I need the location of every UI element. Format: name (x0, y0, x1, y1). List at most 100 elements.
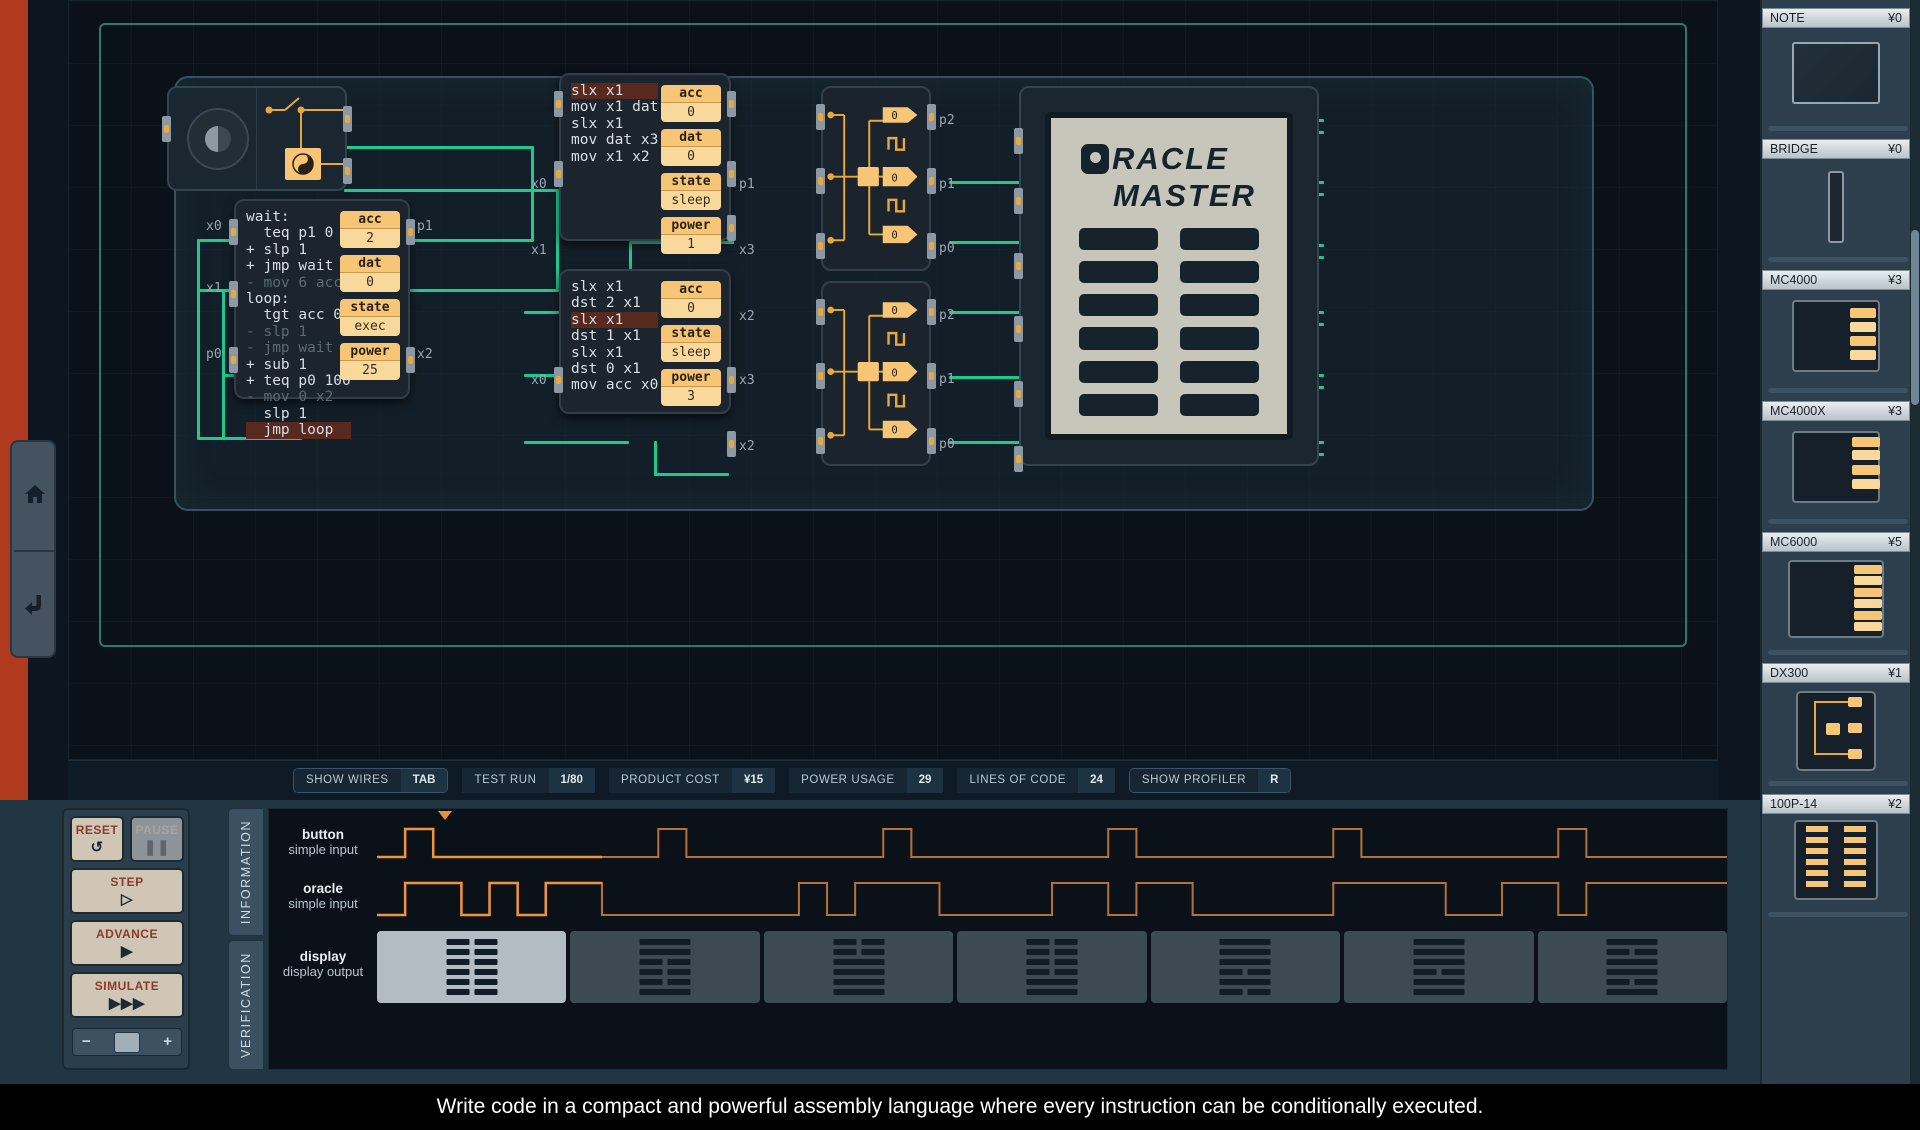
port-in-2[interactable] (1014, 253, 1023, 279)
parts-sidebar[interactable]: NOTE¥0 BRIDGE¥0 MC4000¥3 MC4000X¥3 MC6000¥5 D… (1760, 0, 1920, 1084)
code-line[interactable]: + sub 1 (246, 357, 351, 373)
code-line[interactable]: slx x1 (571, 83, 658, 99)
sidebar-item-dx300[interactable]: DX300¥1 (1762, 663, 1910, 779)
port-p1[interactable] (727, 91, 736, 117)
mc-node-left[interactable]: wait: teq p1 0+ slp 1+ jmp wait- mov 6 a… (234, 199, 410, 399)
sidebar-item-mc4000x[interactable]: MC4000X¥3 (1762, 401, 1910, 517)
code-line[interactable]: dst 1 x1 (571, 328, 658, 344)
port-x2[interactable] (727, 215, 736, 241)
oracle-input-module[interactable] (167, 86, 347, 191)
display-cell[interactable] (377, 931, 566, 1003)
mc4000-part[interactable] (1762, 290, 1910, 386)
circuit-board[interactable]: wait: teq p1 0+ slp 1+ jmp wait- mov 6 a… (68, 0, 1718, 760)
code-line[interactable]: loop: (246, 291, 351, 307)
back-button[interactable] (12, 552, 58, 660)
note-part[interactable] (1762, 28, 1910, 124)
port-in-1[interactable] (816, 363, 825, 389)
tab-verification[interactable]: VERIFICATION (228, 940, 264, 1070)
sidebar-item-note[interactable]: NOTE¥0 (1762, 8, 1910, 124)
code-line[interactable]: dst 0 x1 (571, 361, 658, 377)
port-p1[interactable] (406, 219, 415, 245)
port-x0[interactable] (229, 219, 238, 245)
mc-node-center-bottom[interactable]: slx x1dst 2 x1slx x1dst 1 x1slx x1dst 0 … (559, 269, 731, 414)
port-x1[interactable] (554, 161, 563, 187)
mc-center-bottom-code[interactable]: slx x1dst 2 x1slx x1dst 1 x1slx x1dst 0 … (571, 279, 658, 394)
code-line[interactable]: - jmp wait (246, 340, 351, 356)
port-in-5[interactable] (1014, 446, 1023, 472)
mc-left-code[interactable]: wait: teq p1 0+ slp 1+ jmp wait- mov 6 a… (246, 209, 351, 439)
sidebar-item-100p-14[interactable]: 100P-14¥2 (1762, 794, 1910, 910)
mc-center-top-code[interactable]: slx x1mov x1 datslx x1mov dat x3mov x1 x… (571, 83, 658, 165)
port-right-1[interactable] (343, 106, 352, 132)
code-line[interactable]: dst 2 x1 (571, 295, 658, 311)
display-cell[interactable] (764, 931, 953, 1003)
code-line[interactable]: slx x1 (571, 312, 658, 328)
code-line[interactable]: jmp loop (246, 422, 351, 438)
port-in-0[interactable] (816, 299, 825, 325)
signal-scope[interactable]: button simple input oracle simple input … (268, 808, 1728, 1070)
port-in-0[interactable] (1014, 128, 1023, 154)
port-x3[interactable] (727, 367, 736, 393)
status-show-wires[interactable]: SHOW WIRESTAB (293, 768, 448, 793)
simulate-button[interactable]: SIMULATE ▶▶▶ (70, 972, 184, 1018)
sidebar-scrollbar[interactable] (1910, 0, 1920, 1084)
step-button[interactable]: STEP ▷ (70, 868, 184, 914)
code-line[interactable]: slp 1 (246, 406, 351, 422)
port-x2[interactable] (406, 347, 415, 373)
reset-button[interactable]: RESET ↺ (70, 816, 124, 862)
code-line[interactable]: - mov 0 x2 (246, 389, 351, 405)
speed-slider[interactable]: − + (72, 1028, 182, 1056)
port-in-4[interactable] (1014, 381, 1023, 407)
code-line[interactable]: wait: (246, 209, 351, 225)
code-line[interactable]: + teq p0 100 (246, 373, 351, 389)
port-right-2[interactable] (343, 158, 352, 184)
port-p0[interactable] (927, 428, 936, 454)
code-line[interactable]: teq p1 0 (246, 225, 351, 241)
signal-trace-button[interactable] (377, 817, 1727, 869)
home-button[interactable] (12, 442, 58, 550)
code-line[interactable]: mov acc x0 (571, 377, 658, 393)
code-line[interactable]: - mov 6 acc (246, 275, 351, 291)
port-p1[interactable] (927, 168, 936, 194)
mc-node-center-top[interactable]: slx x1mov x1 datslx x1mov dat x3mov x1 x… (559, 73, 731, 241)
port-p0[interactable] (927, 233, 936, 259)
port-x1[interactable] (229, 281, 238, 307)
mc4000x-part[interactable] (1762, 421, 1910, 517)
advance-button[interactable]: ADVANCE ▶ (70, 920, 184, 966)
sidebar-item-mc6000[interactable]: MC6000¥5 (1762, 532, 1910, 648)
port-x3[interactable] (727, 161, 736, 187)
display-output-cells[interactable] (377, 931, 1727, 1003)
display-cell[interactable] (957, 931, 1146, 1003)
code-line[interactable]: mov dat x3 (571, 132, 658, 148)
port-in-2[interactable] (816, 428, 825, 454)
code-line[interactable]: slx x1 (571, 116, 658, 132)
code-line[interactable]: - slp 1 (246, 324, 351, 340)
code-line[interactable]: mov x1 dat (571, 99, 658, 115)
port-x0[interactable] (554, 367, 563, 393)
display-cell[interactable] (1344, 931, 1533, 1003)
display-cell[interactable] (1151, 931, 1340, 1003)
sidebar-item-mc4000[interactable]: MC4000¥3 (1762, 270, 1910, 386)
display-cell[interactable] (570, 931, 759, 1003)
port-p0[interactable] (229, 347, 238, 373)
port-p2[interactable] (927, 299, 936, 325)
port-in-1[interactable] (1014, 188, 1023, 214)
tab-information[interactable]: INFORMATION (228, 808, 264, 936)
sidebar-item-bridge[interactable]: BRIDGE¥0 (1762, 139, 1910, 255)
code-line[interactable]: slx x1 (571, 279, 658, 295)
code-line[interactable]: + jmp wait (246, 258, 351, 274)
port-in-2[interactable] (816, 233, 825, 259)
speed-decrease[interactable]: − (82, 1033, 91, 1050)
dx300-node-bottom[interactable]: 0 0 0 (821, 281, 931, 466)
port-x0[interactable] (554, 91, 563, 117)
signal-trace-oracle[interactable] (377, 871, 1727, 923)
code-line[interactable]: + slp 1 (246, 242, 351, 258)
sidebar-scroll-thumb[interactable] (1911, 230, 1919, 405)
status-show-profiler[interactable]: SHOW PROFILERR (1129, 768, 1292, 793)
port-in-0[interactable] (816, 104, 825, 130)
port-in-3[interactable] (1014, 316, 1023, 342)
100p14-part[interactable] (1762, 814, 1910, 910)
oracle-master-device[interactable]: RACLE MASTER (1019, 86, 1319, 466)
bridge-part[interactable] (1762, 159, 1910, 255)
pause-button[interactable]: PAUSE ❚❚ (130, 816, 184, 862)
